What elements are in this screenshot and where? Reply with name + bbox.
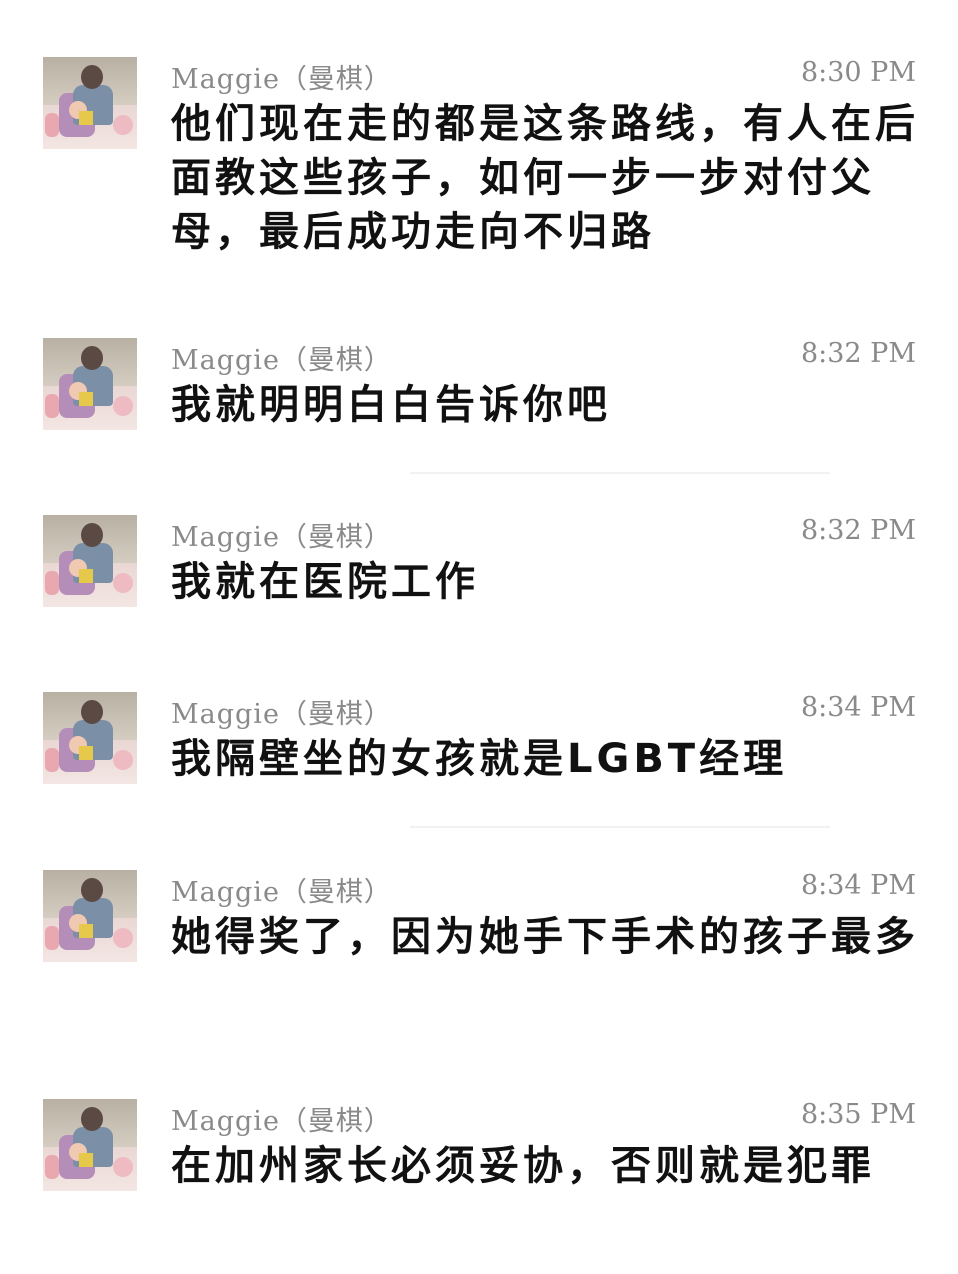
avatar[interactable] [43,57,137,149]
sender-name: Maggie（曼棋） [171,1106,392,1137]
message-text: 我隔壁坐的女孩就是LGBT经理 [171,736,788,782]
avatar[interactable] [43,515,137,607]
divider [410,826,830,828]
avatar[interactable] [43,870,137,962]
chat-message-list: Maggie（曼棋） 8:30 PM 他们现在走的都是这条路线，有人在后面教这些… [0,0,958,1274]
divider [410,472,830,474]
message-text: 她得奖了，因为她手下手术的孩子最多 [171,914,919,960]
sender-name: Maggie（曼棋） [171,877,392,908]
message-text: 在加州家长必须妥协，否则就是犯罪 [171,1143,875,1189]
sender-name: Maggie（曼棋） [171,522,392,553]
sender-name: Maggie（曼棋） [171,64,392,95]
sender-name: Maggie（曼棋） [171,699,392,730]
message-timestamp: 8:30 PM [800,57,916,88]
message-timestamp: 8:34 PM [800,870,916,901]
avatar[interactable] [43,692,137,784]
message-timestamp: 8:32 PM [800,515,916,546]
sender-name: Maggie（曼棋） [171,345,392,376]
message-text: 我就明明白白告诉你吧 [171,382,611,428]
message-timestamp: 8:34 PM [800,692,916,723]
avatar[interactable] [43,338,137,430]
message-timestamp: 8:35 PM [800,1099,916,1130]
avatar[interactable] [43,1099,137,1191]
message-text: 他们现在走的都是这条路线，有人在后面教这些孩子，如何一步一步对付父母，最后成功走… [171,101,919,255]
message-text: 我就在医院工作 [171,559,479,605]
message-timestamp: 8:32 PM [800,338,916,369]
